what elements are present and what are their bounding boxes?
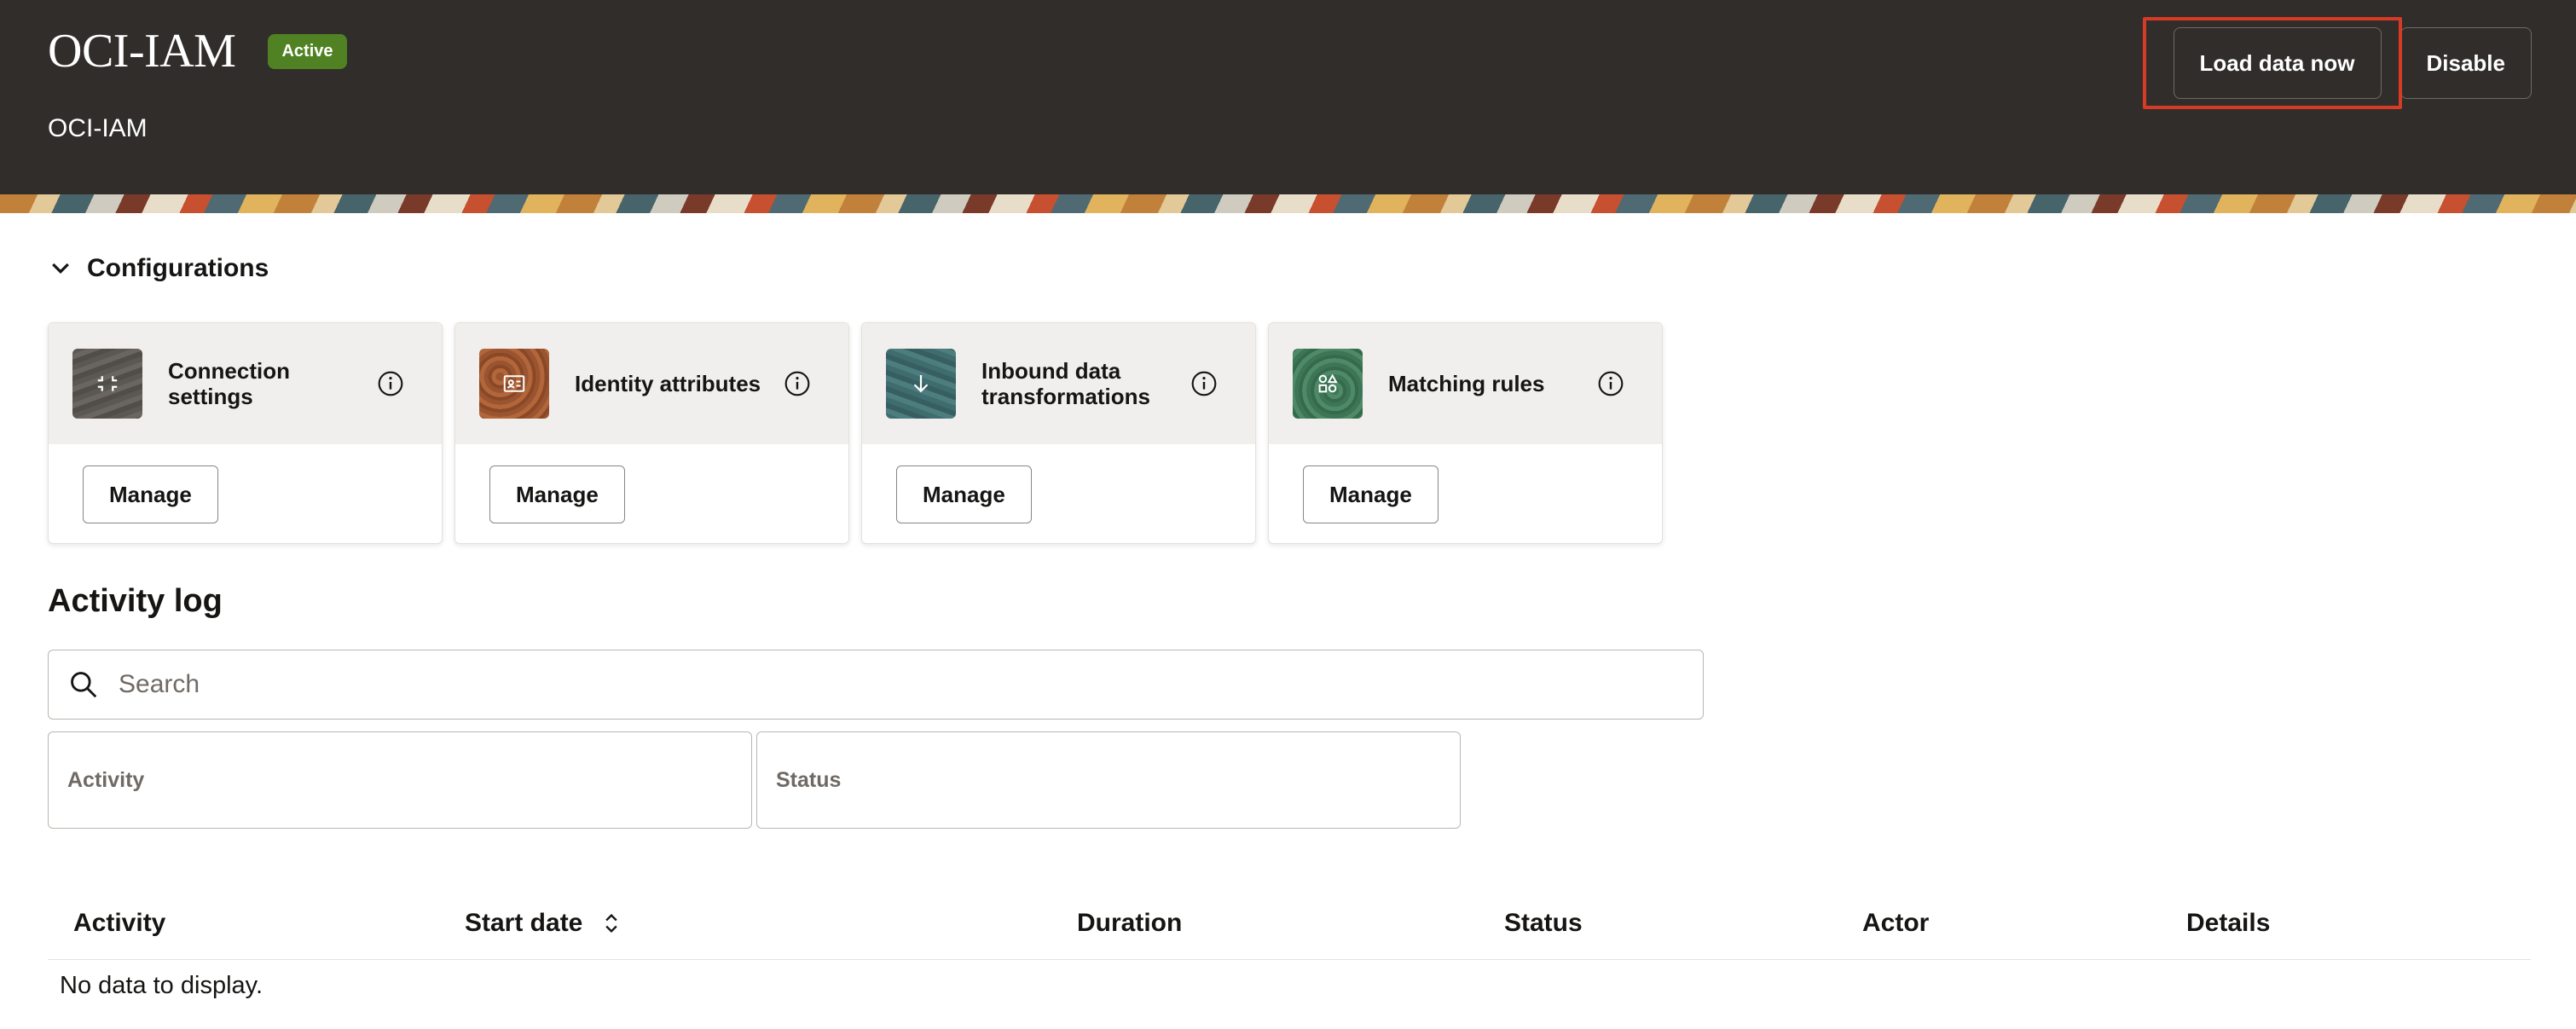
manage-connection-settings-button[interactable]: Manage: [83, 465, 218, 523]
activity-filter[interactable]: Activity: [48, 731, 752, 829]
activity-log-title: Activity log: [48, 583, 223, 619]
manage-identity-attributes-button[interactable]: Manage: [489, 465, 625, 523]
status-badge: Active: [268, 33, 347, 69]
chevron-down-icon: [52, 263, 69, 275]
card-identity-attributes: Identity attributes Manage: [454, 322, 849, 544]
manage-inbound-transformations-button[interactable]: Manage: [896, 465, 1032, 523]
search-icon: [71, 672, 97, 698]
card-label: Connection settings: [168, 358, 290, 409]
card-header: Identity attributes: [455, 323, 848, 444]
connection-icon: [72, 349, 142, 419]
card-connection-settings: Connection settings Manage: [48, 322, 443, 544]
info-icon[interactable]: [784, 370, 811, 397]
status-filter[interactable]: Status: [756, 731, 1461, 829]
card-footer: Manage: [862, 444, 1255, 543]
activity-filter-label: Activity: [67, 767, 145, 792]
load-data-now-button[interactable]: Load data now: [2173, 27, 2382, 99]
card-header: Matching rules: [1269, 323, 1662, 444]
empty-state-message: No data to display.: [60, 972, 263, 999]
card-footer: Manage: [1269, 444, 1662, 543]
card-footer: Manage: [49, 444, 442, 543]
card-inbound-data-transformations: Inbound data transformations Manage: [861, 322, 1256, 544]
card-label: Inbound data transformations: [981, 358, 1150, 409]
search-input[interactable]: [119, 670, 1653, 699]
card-matching-rules: Matching rules Manage: [1268, 322, 1663, 544]
card-label: Identity attributes: [575, 371, 761, 396]
card-header: Connection settings: [49, 323, 442, 444]
id-card-icon: [479, 349, 549, 419]
header-actions: Load data now Disable: [2142, 17, 2532, 109]
info-icon[interactable]: [1190, 370, 1218, 397]
card-label: Matching rules: [1388, 371, 1545, 396]
configurations-toggle[interactable]: Configurations: [48, 254, 269, 283]
title-row: OCI-IAM Active: [48, 24, 347, 78]
column-header-start-date[interactable]: Start date: [465, 887, 623, 960]
manage-matching-rules-button[interactable]: Manage: [1303, 465, 1439, 523]
decorative-banner: [0, 194, 2576, 213]
activity-table: Activity Start date Duration Status Acto…: [48, 887, 2531, 999]
table-header: Activity Start date Duration Status Acto…: [48, 887, 2531, 960]
status-filter-label: Status: [776, 767, 842, 792]
configuration-cards: Connection settings Manage Identity attr…: [48, 322, 1663, 544]
configurations-title: Configurations: [87, 254, 269, 282]
highlight-box: Load data now: [2142, 17, 2402, 109]
sort-icon[interactable]: [599, 911, 623, 935]
card-header: Inbound data transformations: [862, 323, 1255, 444]
arrow-down-glyph: [913, 375, 929, 393]
column-header-details: Details: [2186, 909, 2271, 937]
column-header-duration: Duration: [1077, 909, 1183, 937]
info-icon[interactable]: [1597, 370, 1624, 397]
card-footer: Manage: [455, 444, 848, 543]
search-field[interactable]: [48, 650, 1704, 720]
page-header: OCI-IAM Active OCI-IAM Load data now Dis…: [0, 0, 2576, 194]
column-header-label: Start date: [465, 909, 583, 937]
shapes-icon: [1293, 349, 1363, 419]
column-header-status: Status: [1504, 909, 1583, 937]
shapes-glyph: [1318, 373, 1338, 393]
page-subtitle: OCI-IAM: [48, 114, 148, 142]
info-icon[interactable]: [377, 370, 404, 397]
column-header-actor: Actor: [1862, 909, 1930, 937]
column-header-activity: Activity: [73, 909, 166, 937]
id-card-glyph: [503, 375, 525, 392]
disable-button[interactable]: Disable: [2399, 27, 2532, 99]
page-title: OCI-IAM: [48, 25, 236, 78]
connection-glyph: [97, 376, 118, 391]
arrow-down-icon: [886, 349, 956, 419]
